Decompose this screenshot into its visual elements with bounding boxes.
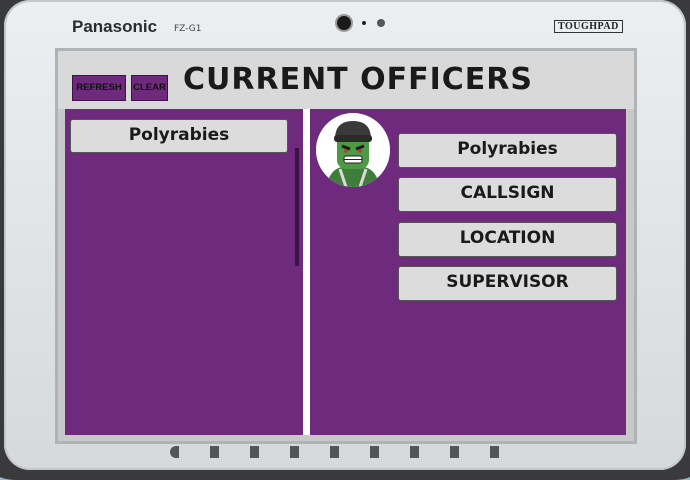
brand-logo: Panasonic — [72, 17, 158, 36]
officer-list-item[interactable]: Polyrabies — [70, 119, 288, 153]
supervisor-button[interactable]: SUPERVISOR — [398, 266, 617, 301]
officer-avatar-icon — [316, 113, 390, 187]
toughpad-badge: TOUGHPAD — [554, 20, 623, 33]
tablet-screen: REFRESH CLEAR CURRENT OFFICERS Polyrabie… — [55, 48, 637, 444]
sensor-icon — [362, 21, 366, 25]
panel-divider — [303, 109, 310, 435]
page-title: CURRENT OFFICERS — [183, 62, 533, 97]
bottom-bezel-strip — [170, 446, 530, 458]
refresh-button[interactable]: REFRESH — [72, 75, 126, 101]
clear-button[interactable]: CLEAR — [131, 75, 168, 101]
officer-list-scrollbar[interactable] — [295, 148, 299, 266]
model-label: FZ-G1 — [174, 24, 202, 34]
location-button[interactable]: LOCATION — [398, 222, 617, 257]
screen-header: REFRESH CLEAR CURRENT OFFICERS — [58, 51, 634, 109]
camera-icon — [337, 16, 351, 30]
officer-name-button[interactable]: Polyrabies — [398, 133, 617, 168]
officer-list-panel[interactable] — [65, 109, 303, 435]
callsign-button[interactable]: CALLSIGN — [398, 177, 617, 212]
light-sensor-icon — [377, 19, 385, 27]
